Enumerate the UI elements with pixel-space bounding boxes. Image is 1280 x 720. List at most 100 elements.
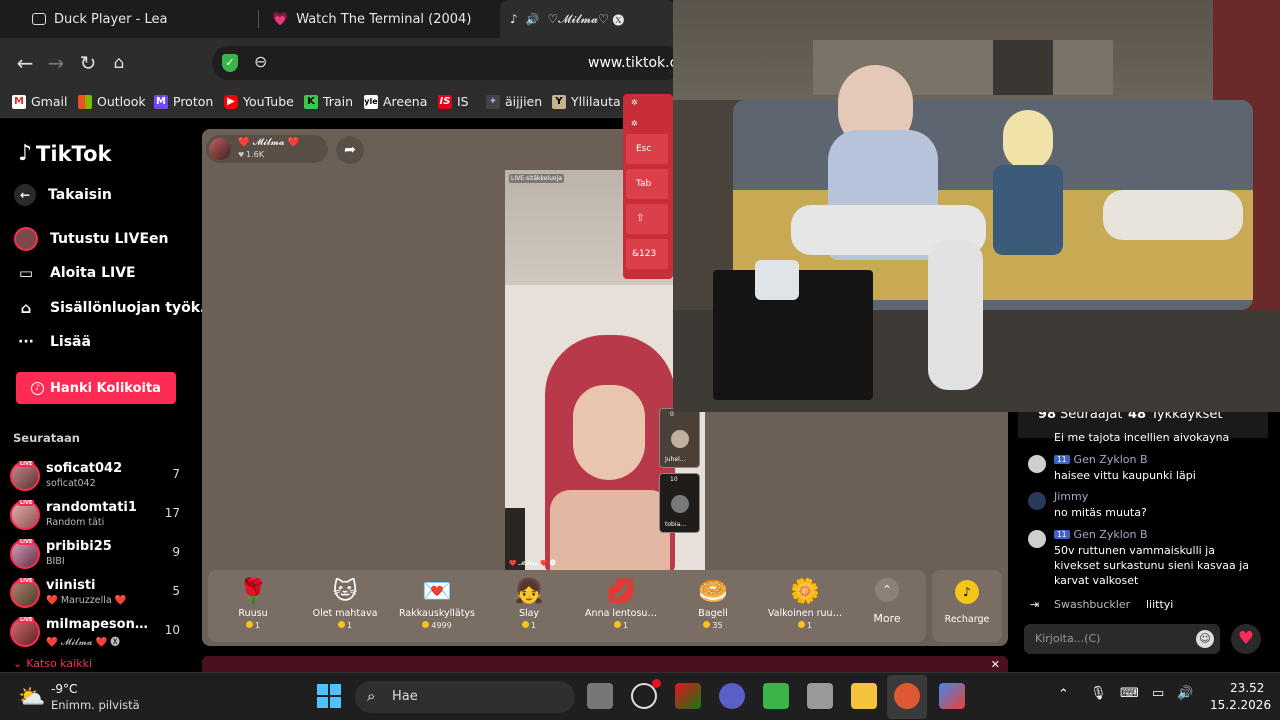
gift-item[interactable]: 💋 Anna lentosu… 1 [576, 570, 666, 642]
bookmark-label: YouTube [243, 94, 294, 109]
app-icon[interactable] [939, 683, 965, 709]
join-username[interactable]: Swashbuckler [1054, 598, 1130, 611]
chat-username[interactable]: Gen Zyklon B [1074, 528, 1148, 541]
gift-item[interactable]: 👧 Slay 1 [484, 570, 574, 642]
bookmark-aijjien[interactable]: ✦ äijjien [486, 94, 542, 109]
host-info[interactable]: ❤️ 𝓜𝓲𝓵𝓶𝓪 ❤️ ♥ 1.6K [206, 135, 328, 163]
level-badge: 11 [1054, 455, 1070, 464]
share-arrow-icon[interactable]: ➦ [336, 136, 364, 164]
keyboard-icon[interactable]: ⌨ [1120, 686, 1139, 701]
bookmark-label: Yllilauta [571, 94, 621, 109]
weather-temperature[interactable]: -9°C [51, 682, 77, 696]
bookmark-yllilauta[interactable]: Y Yllilauta [552, 94, 621, 109]
gift-price: 35 [712, 621, 723, 630]
gift-slay-icon: 👧 [514, 577, 544, 605]
chat-username[interactable]: Gen Zyklon B [1074, 453, 1148, 466]
gear-icon[interactable]: ✲ [631, 119, 638, 128]
speaker-icon[interactable]: 🔊 [526, 13, 540, 26]
following-item[interactable]: LIVE pribibi25 BIBI 9 [10, 535, 190, 571]
key-tab[interactable]: Tab [626, 169, 668, 199]
bookmark-gmail[interactable]: M Gmail [12, 94, 67, 109]
gift-item[interactable]: 🌼 Valkoinen ruu… 1 [760, 570, 850, 642]
bookmark-train[interactable]: K Train [304, 94, 353, 109]
bookmark-youtube[interactable]: ▶ YouTube [224, 94, 294, 109]
weather-description[interactable]: Enimm. pilvistä [51, 698, 140, 712]
following-item[interactable]: LIVE soficat042 soficat042 7 [10, 457, 190, 493]
avatar [671, 430, 689, 448]
obs-icon[interactable] [631, 679, 661, 709]
chat-input[interactable]: Kirjoita...(C) ☺ [1024, 624, 1220, 654]
app-icon[interactable] [719, 683, 745, 709]
nav-more[interactable]: ··· Lisää [14, 334, 91, 350]
nav-creator-tools[interactable]: ⌂ Sisällönluojan työk… [14, 299, 214, 317]
duckduckgo-icon[interactable] [894, 683, 920, 709]
app-icon[interactable] [675, 683, 701, 709]
back-button[interactable]: ← Takaisin [14, 184, 112, 206]
picture-in-picture-video[interactable] [673, 0, 1280, 412]
guest-tile[interactable]: 10 tobia… [659, 473, 700, 533]
app-icon[interactable] [763, 683, 789, 709]
chat-username[interactable]: Jimmy [1054, 490, 1088, 503]
gear-icon[interactable]: ✲ [631, 98, 638, 107]
see-all-link[interactable]: ⌄ Katso kaikki [13, 657, 92, 670]
creator-tools-icon: ⌂ [20, 299, 32, 317]
forward-arrow-icon[interactable]: → [43, 50, 69, 76]
microphone-icon[interactable]: 🎙 [1090, 686, 1107, 701]
clock-date[interactable]: 15.2.2026 [1210, 698, 1271, 712]
gift-price: 1 [806, 621, 813, 630]
windows-start-icon[interactable] [317, 684, 341, 708]
gift-item[interactable]: 🐱 Olet mahtava 1 [300, 570, 390, 642]
gift-item[interactable]: 🥯 Bagell 35 [668, 570, 758, 642]
bookmark-is[interactable]: IS IS [438, 94, 469, 109]
reload-icon[interactable]: ↻ [75, 50, 101, 76]
gifts-more-button[interactable]: ⌃ More [852, 570, 922, 642]
nav-explore-live[interactable]: Tutustu LIVEen [14, 227, 169, 251]
recharge-button[interactable]: ♪ Recharge [932, 570, 1002, 642]
tab-tiktok-live[interactable]: ♪ 🔊 ♡𝓜𝓲𝓵𝓶𝓪♡ 🅧 [500, 0, 675, 38]
display-icon[interactable]: ▭ [1152, 686, 1164, 701]
bookmark-outlook[interactable]: Outlook [78, 94, 146, 109]
following-subtitle: soficat042 [46, 478, 96, 489]
address-bar[interactable]: ✓ ⊖ www.tiktok.co [212, 46, 686, 80]
guest-tile[interactable]: 0 Juhel… [659, 408, 700, 468]
chevron-up-icon[interactable]: ⌃ [1058, 687, 1069, 702]
avatar [209, 138, 231, 160]
chevron-down-icon: ⌄ [13, 657, 23, 670]
home-icon[interactable]: ⌂ [106, 50, 132, 76]
cloudy-weather-icon[interactable]: ⛅ [18, 685, 45, 710]
gift-price: 4999 [431, 621, 452, 630]
avatar: LIVE [10, 617, 40, 647]
gmail-icon: M [12, 94, 26, 109]
task-view-icon[interactable] [587, 683, 613, 709]
nav-start-live[interactable]: ▭ Aloita LIVE [14, 264, 136, 282]
tiktok-logo[interactable]: ♪ TikTok [18, 141, 111, 166]
volume-icon[interactable]: 🔊 [1177, 686, 1193, 701]
file-explorer-icon[interactable] [851, 683, 877, 709]
taskbar-search-box[interactable]: ⌕ Hae [355, 681, 575, 713]
avatar: LIVE [10, 461, 40, 491]
tab-watch-terminal[interactable]: 💗 Watch The Terminal (2004) [262, 0, 497, 38]
close-icon[interactable]: ✕ [991, 658, 1000, 671]
gift-item[interactable]: 🌹 Ruusu 1 [208, 570, 298, 642]
following-item[interactable]: LIVE randomtati1 Random täti 17 [10, 496, 190, 532]
calculator-icon[interactable] [807, 683, 833, 709]
zoom-out-icon[interactable]: ⊖ [254, 52, 267, 71]
clock-time[interactable]: 23.52 [1230, 681, 1264, 695]
bookmark-areena[interactable]: yle Areena [364, 94, 427, 109]
following-name: viinisti [46, 578, 96, 593]
following-item[interactable]: LIVE milmapeson… ❤️ 𝓜𝓲𝓵𝓶𝓪 ❤️ 🅧 10 [10, 613, 190, 649]
yle-icon: yle [364, 94, 378, 109]
tab-duck-player[interactable]: Duck Player - Lea [22, 0, 257, 38]
key-shift[interactable]: ⇧ [626, 204, 668, 234]
like-heart-icon[interactable]: ♥ [1231, 624, 1261, 654]
back-arrow-icon[interactable]: ← [12, 50, 38, 76]
key-symbols[interactable]: &123 [626, 239, 668, 269]
gift-item[interactable]: 💌 Rakkauskyllätys 4999 [392, 570, 482, 642]
following-item[interactable]: LIVE viinisti ❤️ Maruzzella ❤️ 5 [10, 574, 190, 610]
bookmark-proton[interactable]: M Proton [154, 94, 213, 109]
emoji-icon[interactable]: ☺ [1196, 630, 1214, 648]
get-coins-button[interactable]: ♪ Hanki Kolikoita [16, 372, 176, 404]
key-esc[interactable]: Esc [626, 134, 668, 164]
back-label: Takaisin [48, 187, 112, 203]
gift-price: 1 [254, 621, 261, 630]
